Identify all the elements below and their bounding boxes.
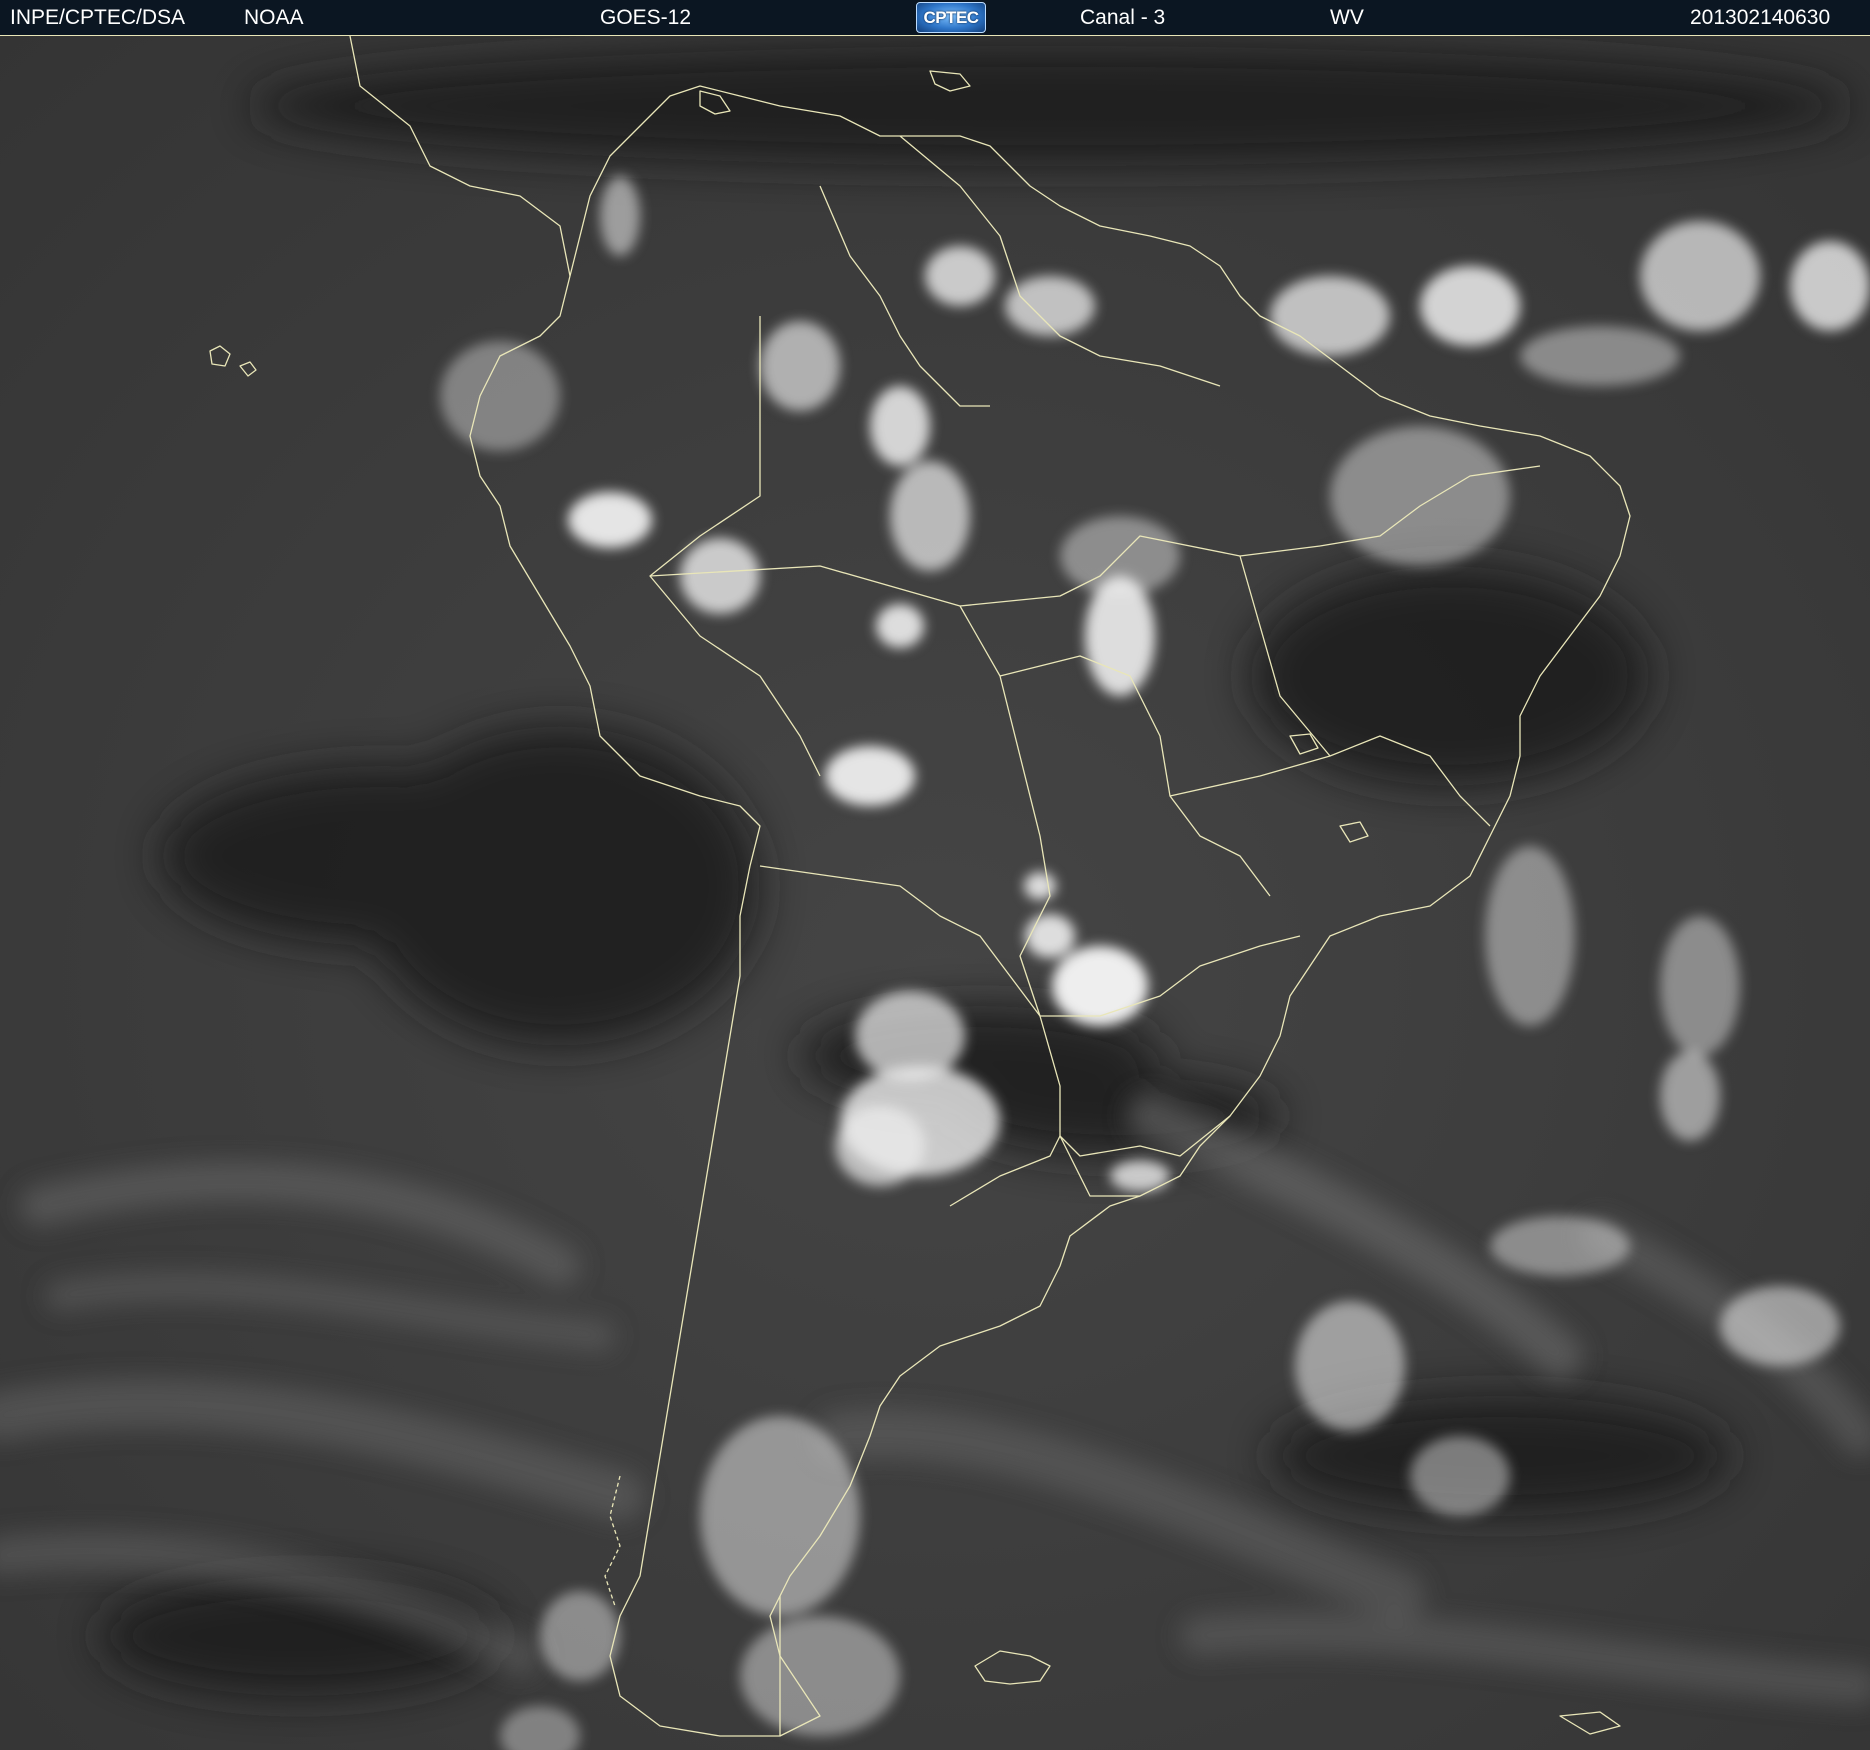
timestamp-label: 201302140630: [1690, 6, 1831, 29]
image-header-bar: INPE/CPTEC/DSA NOAA GOES-12 CPTEC Canal …: [0, 0, 1870, 36]
satellite-image-frame: INPE/CPTEC/DSA NOAA GOES-12 CPTEC Canal …: [0, 0, 1870, 1750]
agency-label: NOAA: [244, 6, 304, 29]
satellite-label: GOES-12: [600, 6, 692, 29]
cptec-logo-icon: CPTEC: [916, 2, 986, 33]
band-label: WV: [1330, 6, 1364, 29]
channel-label: Canal - 3: [1080, 6, 1166, 29]
logo-text: CPTEC: [923, 8, 979, 27]
water-vapor-image: [0, 36, 1870, 1750]
satellite-scene: [0, 36, 1870, 1750]
source-label: INPE/CPTEC/DSA: [10, 6, 186, 29]
